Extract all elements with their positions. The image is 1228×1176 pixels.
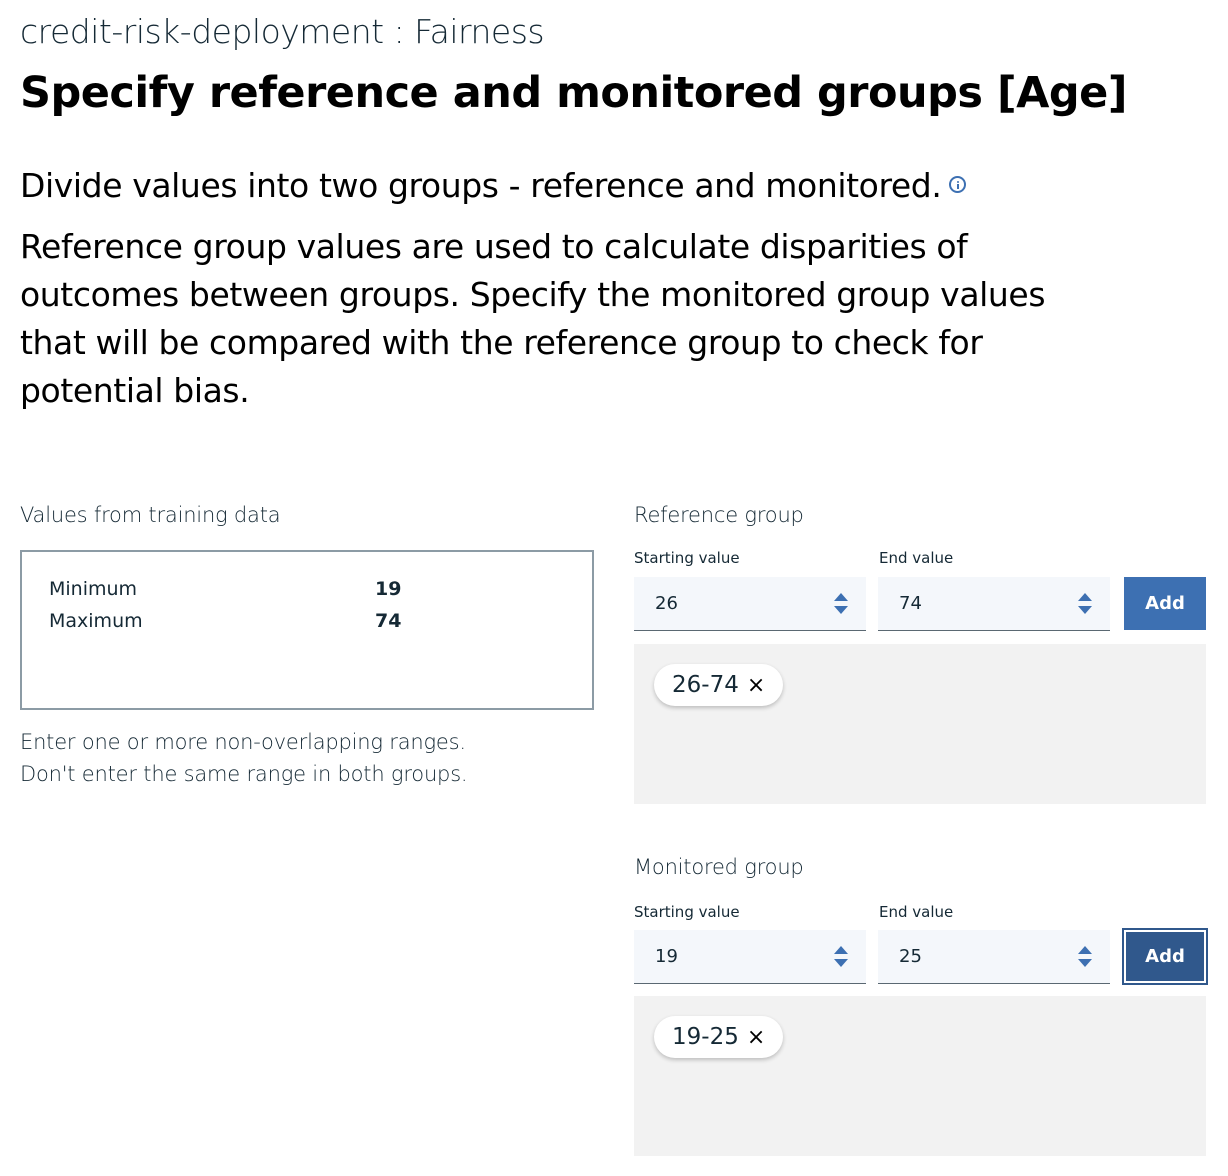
- range-hint-line-2: Don't enter the same range in both group…: [20, 762, 468, 786]
- reference-group-label: Reference group: [634, 503, 804, 527]
- stepper-up-icon[interactable]: [834, 946, 848, 954]
- stepper-down-icon[interactable]: [1078, 959, 1092, 967]
- stepper-icon[interactable]: [1078, 593, 1092, 615]
- description-text: Reference group values are used to calcu…: [20, 227, 1046, 410]
- reference-end-input[interactable]: 74: [878, 577, 1110, 631]
- lead-text-row: Divide values into two groups - referenc…: [20, 166, 967, 205]
- monitored-group-label: Monitored group: [634, 855, 804, 879]
- range-hint-line-1: Enter one or more non-overlapping ranges…: [20, 730, 466, 754]
- minimum-value: 19: [375, 578, 402, 600]
- stepper-icon[interactable]: [1078, 946, 1092, 968]
- reference-start-input[interactable]: 26: [634, 577, 866, 631]
- monitored-end-label: End value: [879, 903, 954, 921]
- monitored-end-input[interactable]: 25: [878, 930, 1110, 984]
- maximum-value: 74: [375, 610, 402, 632]
- monitored-range-tag: 19-25 ×: [654, 1016, 784, 1058]
- close-icon[interactable]: ×: [747, 673, 765, 698]
- monitored-start-label: Starting value: [634, 903, 740, 921]
- training-data-label: Values from training data: [20, 503, 281, 527]
- reference-start-label: Starting value: [634, 549, 740, 567]
- stepper-up-icon[interactable]: [1078, 593, 1092, 601]
- monitored-start-value[interactable]: 19: [655, 946, 678, 967]
- reference-end-label: End value: [879, 549, 954, 567]
- page-title: Specify reference and monitored groups […: [20, 68, 1128, 118]
- close-icon[interactable]: ×: [747, 1025, 765, 1050]
- monitored-end-value[interactable]: 25: [899, 946, 922, 967]
- monitored-add-button[interactable]: Add: [1122, 928, 1208, 985]
- info-icon[interactable]: [949, 176, 967, 193]
- stepper-up-icon[interactable]: [1078, 946, 1092, 954]
- stepper-down-icon[interactable]: [834, 606, 848, 614]
- stepper-icon[interactable]: [834, 946, 848, 968]
- stepper-down-icon[interactable]: [1078, 606, 1092, 614]
- lead-text: Divide values into two groups - referenc…: [20, 166, 942, 205]
- reference-end-value[interactable]: 74: [899, 593, 922, 614]
- stepper-icon[interactable]: [834, 593, 848, 615]
- monitored-tag-area: 19-25 ×: [634, 996, 1206, 1156]
- reference-range-tag: 26-74 ×: [654, 664, 784, 706]
- reference-add-button[interactable]: Add: [1124, 577, 1206, 630]
- reference-range-tag-label: 26-74: [672, 672, 739, 698]
- reference-start-value[interactable]: 26: [655, 593, 678, 614]
- reference-tag-area: 26-74 ×: [634, 644, 1206, 804]
- stepper-up-icon[interactable]: [834, 593, 848, 601]
- monitored-range-tag-label: 19-25: [672, 1024, 739, 1050]
- stepper-down-icon[interactable]: [834, 959, 848, 967]
- training-data-box: Minimum 19 Maximum 74: [20, 550, 594, 710]
- minimum-label: Minimum: [49, 578, 138, 600]
- breadcrumb: credit-risk-deployment : Fairness: [20, 12, 545, 51]
- monitored-start-input[interactable]: 19: [634, 930, 866, 984]
- maximum-label: Maximum: [49, 610, 143, 632]
- range-hint: Enter one or more non-overlapping ranges…: [20, 726, 468, 790]
